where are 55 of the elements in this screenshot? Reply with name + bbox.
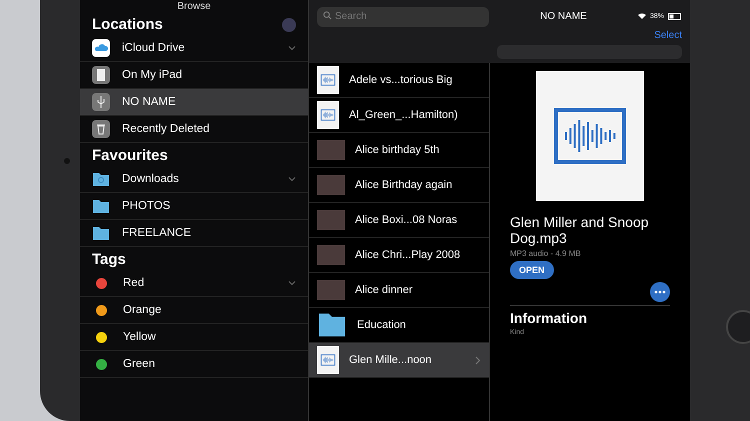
sidebar-item[interactable]: PHOTOS — [80, 193, 308, 220]
video-thumbnail — [317, 245, 345, 265]
audio-file-icon — [317, 346, 339, 374]
header-title: NO NAME — [539, 10, 588, 22]
file-row[interactable]: Alice birthday 5th — [309, 133, 489, 168]
file-name: Glen Miller and Snoop Dog.mp3 — [510, 214, 650, 246]
section-heading: Tags — [92, 251, 126, 268]
trash-icon — [92, 120, 110, 138]
video-thumbnail — [317, 140, 345, 160]
open-button[interactable]: OPEN — [510, 261, 554, 279]
sidebar-item[interactable]: Red — [80, 270, 308, 297]
cloud-icon — [92, 39, 110, 57]
select-button[interactable]: Select — [654, 30, 682, 41]
chevron-down-icon[interactable] — [288, 279, 296, 287]
sidebar-item[interactable]: Downloads — [80, 166, 308, 193]
chevron-right-icon — [475, 356, 481, 364]
video-thumbnail — [317, 280, 345, 300]
file-row[interactable]: Alice Birthday again — [309, 168, 489, 203]
search-field[interactable]: Search — [317, 6, 489, 26]
file-row[interactable]: Adele vs...torious Big — [309, 63, 489, 98]
camera-icon — [64, 158, 70, 164]
file-row[interactable]: Al_Green_...Hamilton) — [309, 98, 489, 133]
file-row[interactable]: Alice Boxi...08 Noras — [309, 203, 489, 238]
section-heading: Information — [510, 305, 670, 326]
folder-icon — [92, 224, 110, 242]
folder-icon — [317, 312, 347, 338]
chevron-down-icon[interactable] — [288, 44, 296, 52]
section-heading: Favourites — [92, 147, 168, 164]
sidebar-item[interactable]: iCloud Drive — [80, 35, 308, 62]
sidebar-item[interactable]: Yellow — [80, 324, 308, 351]
video-thumbnail — [317, 210, 345, 230]
file-row[interactable]: Alice Chri...Play 2008 — [309, 238, 489, 273]
more-button[interactable] — [650, 282, 670, 302]
download-folder-icon — [92, 170, 110, 188]
more-icon[interactable] — [282, 18, 296, 32]
audio-file-icon — [317, 66, 339, 94]
sidebar-item[interactable]: Recently Deleted — [80, 116, 308, 143]
tablet-icon — [92, 66, 110, 84]
battery-icon — [668, 12, 682, 20]
sidebar-item[interactable]: Orange — [80, 297, 308, 324]
usb-icon — [92, 93, 110, 111]
sidebar-title: Browse — [176, 0, 212, 12]
sidebar-item[interactable]: Green — [80, 351, 308, 378]
audio-file-icon — [317, 101, 339, 129]
sidebar-item[interactable]: FREELANCE — [80, 220, 308, 247]
file-row[interactable]: Glen Mille...noon — [309, 343, 489, 378]
folder-icon — [92, 197, 110, 215]
wifi-icon — [638, 13, 646, 19]
chevron-down-icon[interactable] — [288, 175, 296, 183]
sidebar-item[interactable]: NO NAME — [80, 89, 308, 116]
ellipsis-icon — [654, 290, 666, 294]
video-thumbnail — [317, 175, 345, 195]
section-heading: Locations — [92, 16, 163, 33]
file-meta: MP3 audio - 4.9 MB — [510, 249, 581, 258]
file-row[interactable]: Alice dinner — [309, 273, 489, 308]
